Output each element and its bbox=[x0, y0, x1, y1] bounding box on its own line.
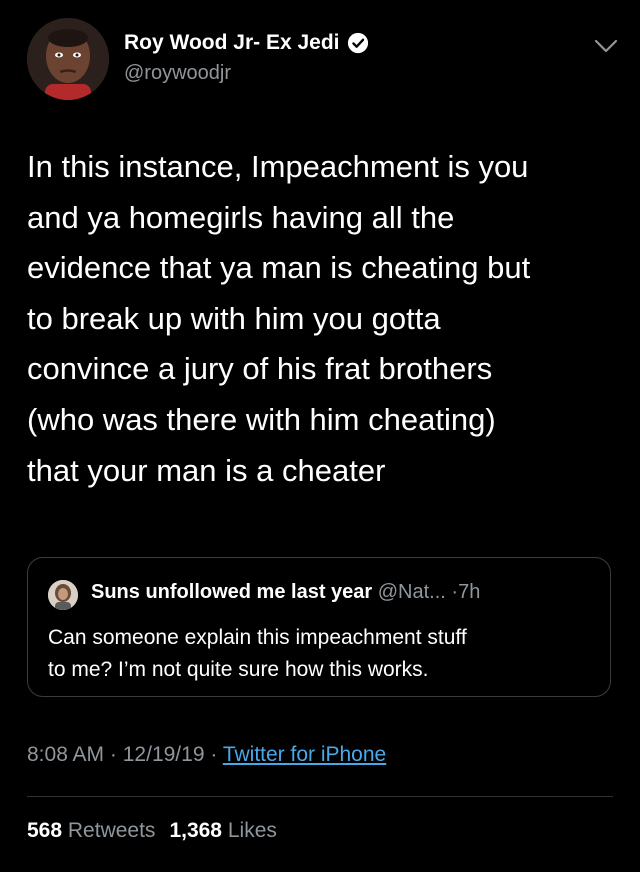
tweet-date: 12/19/19 bbox=[122, 743, 205, 766]
author-name[interactable]: Roy Wood Jr- Ex Jedi bbox=[124, 31, 340, 55]
quoted-time: 7h bbox=[458, 581, 481, 603]
likes-label: Likes bbox=[227, 819, 277, 842]
tweet-text-line: evidence that ya man is cheating but bbox=[27, 250, 531, 286]
tweet-time: 8:08 AM bbox=[27, 743, 105, 766]
tweet-text-line: (who was there with him cheating) bbox=[27, 401, 496, 437]
tweet-text-line: and ya homegirls having all the bbox=[27, 199, 455, 235]
author-handle[interactable]: @roywoodjr bbox=[124, 62, 231, 85]
quoted-header: Suns unfollowed me last year @Nat... ·7h bbox=[91, 581, 480, 604]
quoted-text-line: Can someone explain this impeachment stu… bbox=[48, 626, 467, 649]
quoted-author-name[interactable]: Suns unfollowed me last year bbox=[91, 581, 372, 603]
author-avatar-image bbox=[27, 18, 109, 100]
tweet-text: In this instance, Impeachment is you and… bbox=[27, 142, 617, 496]
tweet-text-line: In this instance, Impeachment is you bbox=[27, 149, 529, 184]
likes-stat[interactable]: 1,368 Likes bbox=[169, 819, 276, 842]
likes-count: 1,368 bbox=[169, 819, 222, 842]
quoted-author-handle[interactable]: @Nat... bbox=[378, 581, 446, 603]
quoted-avatar-image bbox=[48, 580, 78, 610]
meta-separator: · bbox=[109, 743, 117, 766]
retweets-stat[interactable]: 568 Retweets bbox=[27, 819, 155, 842]
chevron-down-icon[interactable] bbox=[593, 38, 619, 54]
quoted-author-avatar[interactable] bbox=[48, 580, 78, 610]
divider bbox=[27, 796, 613, 797]
tweet-stats: 568 Retweets 1,368 Likes bbox=[27, 819, 277, 843]
quoted-text: Can someone explain this impeachment stu… bbox=[48, 622, 598, 686]
tweet-source-link[interactable]: Twitter for iPhone bbox=[223, 743, 386, 766]
retweets-count: 568 bbox=[27, 819, 63, 842]
verified-badge-icon bbox=[347, 32, 368, 54]
quoted-tweet[interactable]: Suns unfollowed me last year @Nat... ·7h… bbox=[27, 557, 611, 697]
retweets-label: Retweets bbox=[67, 819, 156, 842]
tweet-text-line: that your man is a cheater bbox=[27, 452, 386, 488]
author-name-row: Roy Wood Jr- Ex Jedi bbox=[124, 31, 369, 55]
quoted-text-line: to me? I’m not quite sure how this works… bbox=[48, 658, 429, 681]
tweet-text-line: to break up with him you gotta bbox=[27, 300, 441, 336]
tweet-text-line: convince a jury of his frat brothers bbox=[27, 351, 493, 387]
tweet-meta: 8:08 AM · 12/19/19 · Twitter for iPhone bbox=[27, 743, 386, 767]
meta-separator: · bbox=[210, 743, 218, 766]
author-avatar[interactable] bbox=[27, 18, 109, 100]
